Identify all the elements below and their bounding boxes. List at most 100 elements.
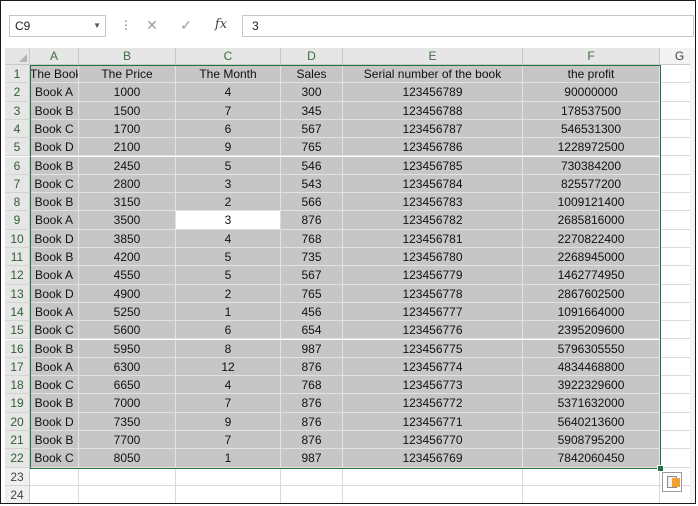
table-cell[interactable] xyxy=(281,467,343,486)
table-cell[interactable]: 876 xyxy=(281,211,343,230)
table-cell[interactable]: 4 xyxy=(176,229,281,248)
table-cell[interactable]: 7700 xyxy=(79,431,176,450)
column-header-e[interactable]: E xyxy=(343,48,523,65)
table-cell[interactable]: 1228972500 xyxy=(523,138,660,157)
table-cell[interactable]: 546531300 xyxy=(523,119,660,139)
table-cell[interactable]: 3922329600 xyxy=(523,376,660,395)
table-cell[interactable]: 123456779 xyxy=(343,266,523,285)
table-cell[interactable]: 3 xyxy=(176,174,281,194)
table-cell[interactable]: 123456787 xyxy=(343,119,523,139)
table-cell[interactable]: 7000 xyxy=(79,394,176,413)
table-cell[interactable]: 345 xyxy=(281,101,343,120)
table-cell[interactable]: 7 xyxy=(176,394,281,413)
table-cell[interactable]: 8 xyxy=(176,339,281,358)
table-cell[interactable]: 123456785 xyxy=(343,156,523,175)
table-cell[interactable]: 567 xyxy=(281,119,343,139)
row-header-8[interactable]: 8 xyxy=(5,193,30,212)
row-header-3[interactable]: 3 xyxy=(5,101,30,120)
table-cell[interactable]: 2685816000 xyxy=(523,211,660,230)
table-cell[interactable]: 9 xyxy=(176,138,281,157)
table-cell[interactable]: 123456784 xyxy=(343,174,523,194)
column-header-f[interactable]: F xyxy=(523,48,660,65)
table-cell[interactable]: 123456789 xyxy=(343,83,523,102)
row-header-23[interactable]: 23 xyxy=(5,467,30,486)
table-cell[interactable]: Book C xyxy=(30,321,79,340)
table-cell[interactable]: 123456777 xyxy=(343,302,523,322)
header-cell[interactable]: the profit xyxy=(523,65,660,84)
table-cell[interactable]: 123456783 xyxy=(343,193,523,212)
table-cell[interactable]: Book C xyxy=(30,449,79,468)
table-cell[interactable]: 1700 xyxy=(79,119,176,139)
column-header-d[interactable]: D xyxy=(281,48,343,65)
row-header-2[interactable]: 2 xyxy=(5,83,30,102)
row-header-4[interactable]: 4 xyxy=(5,119,30,139)
quick-analysis-icon[interactable] xyxy=(662,472,682,492)
table-cell[interactable]: 123456786 xyxy=(343,138,523,157)
table-cell[interactable]: 123456780 xyxy=(343,248,523,267)
table-cell[interactable] xyxy=(523,485,660,503)
header-cell[interactable]: The Book xyxy=(30,65,79,84)
row-header-19[interactable]: 19 xyxy=(5,394,30,413)
table-cell[interactable]: 1500 xyxy=(79,101,176,120)
table-cell[interactable]: 5 xyxy=(176,248,281,267)
table-cell[interactable]: Book D xyxy=(30,229,79,248)
check-icon[interactable]: ✓ xyxy=(175,15,197,35)
table-cell[interactable]: 6300 xyxy=(79,357,176,377)
select-all-button[interactable] xyxy=(5,48,30,65)
table-cell[interactable]: 123456770 xyxy=(343,431,523,450)
table-cell[interactable]: 2800 xyxy=(79,174,176,194)
table-cell[interactable]: 90000000 xyxy=(523,83,660,102)
name-box[interactable]: C9 ▼ xyxy=(9,15,106,37)
table-cell[interactable]: 543 xyxy=(281,174,343,194)
table-cell[interactable]: Book B xyxy=(30,101,79,120)
table-cell[interactable]: 2 xyxy=(176,193,281,212)
chevron-down-icon[interactable]: ▼ xyxy=(93,16,101,36)
column-header-b[interactable]: B xyxy=(79,48,176,65)
table-cell[interactable]: 123456775 xyxy=(343,339,523,358)
table-cell[interactable]: 123456772 xyxy=(343,394,523,413)
row-header-5[interactable]: 5 xyxy=(5,138,30,157)
table-cell[interactable]: 300 xyxy=(281,83,343,102)
table-cell[interactable]: 123456769 xyxy=(343,449,523,468)
table-cell[interactable]: 1009121400 xyxy=(523,193,660,212)
table-cell[interactable] xyxy=(523,467,660,486)
table-cell[interactable]: 987 xyxy=(281,339,343,358)
table-cell[interactable] xyxy=(30,467,79,486)
table-cell[interactable]: 654 xyxy=(281,321,343,340)
table-cell[interactable]: 123456774 xyxy=(343,357,523,377)
table-cell[interactable]: 4900 xyxy=(79,284,176,303)
formula-input[interactable]: 3 xyxy=(242,15,694,37)
table-cell[interactable]: 1462774950 xyxy=(523,266,660,285)
table-cell[interactable]: 546 xyxy=(281,156,343,175)
table-cell[interactable]: 768 xyxy=(281,229,343,248)
table-cell[interactable]: 123456788 xyxy=(343,101,523,120)
table-cell[interactable]: 123456782 xyxy=(343,211,523,230)
table-cell[interactable]: 3 xyxy=(176,211,281,230)
table-cell[interactable]: Book D xyxy=(30,412,79,431)
table-cell[interactable]: 876 xyxy=(281,412,343,431)
row-header-13[interactable]: 13 xyxy=(5,284,30,303)
table-cell[interactable]: 123456781 xyxy=(343,229,523,248)
table-cell[interactable]: 1000 xyxy=(79,83,176,102)
table-cell[interactable]: 765 xyxy=(281,138,343,157)
row-header-1[interactable]: 1 xyxy=(5,65,30,84)
table-cell[interactable]: 5908795200 xyxy=(523,431,660,450)
table-cell[interactable]: 5950 xyxy=(79,339,176,358)
table-cell[interactable]: Book A xyxy=(30,83,79,102)
table-cell[interactable] xyxy=(281,485,343,503)
table-cell[interactable] xyxy=(79,485,176,503)
table-cell[interactable]: 876 xyxy=(281,394,343,413)
table-cell[interactable]: 123456776 xyxy=(343,321,523,340)
table-cell[interactable]: 730384200 xyxy=(523,156,660,175)
table-cell[interactable]: 8050 xyxy=(79,449,176,468)
table-cell[interactable]: 768 xyxy=(281,376,343,395)
table-cell[interactable]: 825577200 xyxy=(523,174,660,194)
table-cell[interactable]: Book A xyxy=(30,357,79,377)
table-cell[interactable]: 5 xyxy=(176,266,281,285)
fill-handle[interactable] xyxy=(657,464,664,472)
more-options-icon[interactable]: ⋮ xyxy=(120,18,132,32)
table-cell[interactable]: 178537500 xyxy=(523,101,660,120)
row-header-16[interactable]: 16 xyxy=(5,339,30,358)
header-cell[interactable]: Serial number of the book xyxy=(343,65,523,84)
table-cell[interactable]: 765 xyxy=(281,284,343,303)
